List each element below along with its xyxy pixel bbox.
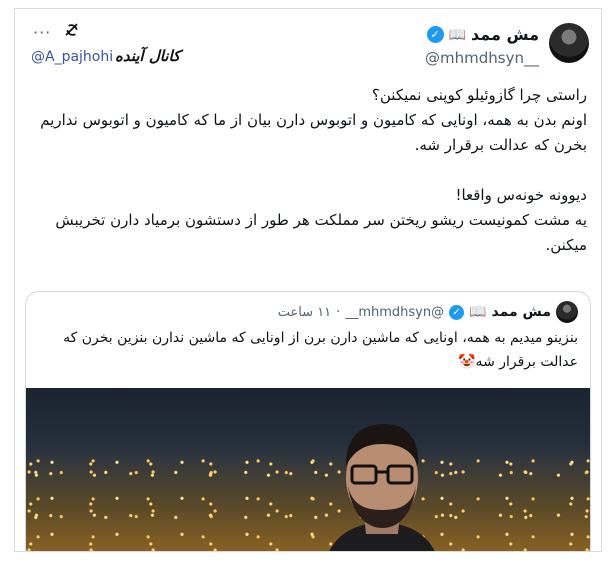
grok-icon[interactable] <box>63 21 81 39</box>
quoted-author-avatar[interactable] <box>556 301 578 323</box>
author-handle[interactable]: @mhmdhsyn__ <box>425 49 539 67</box>
quoted-tweet-media[interactable] <box>26 388 590 551</box>
quoted-tweet[interactable]: مش ممد 📖 ✓ @mhmdhsyn__ · ۱۱ ساعت بنزینو … <box>25 291 591 551</box>
tweet-line-break <box>27 158 587 183</box>
author-avatar[interactable] <box>549 23 589 63</box>
tweet-text: راستی چرا گازوئیلو کوپنی نمیکنن؟ اونم بد… <box>27 83 587 258</box>
city-lights-background <box>26 440 590 551</box>
tweet-header: مش ممد 📖 ✓ @mhmdhsyn__ ··· کانال آینده @… <box>15 13 601 75</box>
quoted-tweet-time[interactable]: ۱۱ ساعت <box>278 305 331 320</box>
tweet-line: راستی چرا گازوئیلو کوپنی نمیکنن؟ <box>371 86 587 104</box>
author-display-name[interactable]: مش ممد <box>471 25 539 44</box>
tweet-card: مش ممد 📖 ✓ @mhmdhsyn__ ··· کانال آینده @… <box>14 8 602 552</box>
book-emoji-icon: 📖 <box>469 304 487 320</box>
more-horizontal-icon[interactable]: ··· <box>33 23 51 42</box>
watermark-handle: @A_pajhohi <box>31 49 114 65</box>
quoted-tweet-text: بنزینو میدیم به همه، اونایی که ماشین دار… <box>63 330 578 370</box>
verified-badge-icon: ✓ <box>449 304 465 320</box>
book-emoji-icon: 📖 <box>448 26 467 43</box>
watermark-channel-name: کانال آینده <box>115 47 181 65</box>
person-photo <box>329 424 435 551</box>
author-name-row[interactable]: مش ممد 📖 ✓ <box>426 25 539 44</box>
tweet-line: اونم بدن به همه، اونایی که کامیون و اتوب… <box>40 111 587 154</box>
tweet-line: دیوونه خونه‌س واقعا! <box>455 186 587 204</box>
separator-dot: · <box>336 304 341 320</box>
quoted-author-display-name[interactable]: مش ممد <box>492 304 551 320</box>
verified-badge-icon: ✓ <box>426 26 444 43</box>
tweet-line: یه مشت کمونیست ریشو ریختن سر مملکت هر طو… <box>55 211 587 254</box>
quoted-tweet-header: مش ممد 📖 ✓ @mhmdhsyn__ · ۱۱ ساعت <box>278 301 578 323</box>
quoted-author-handle[interactable]: @mhmdhsyn__ <box>345 305 444 320</box>
